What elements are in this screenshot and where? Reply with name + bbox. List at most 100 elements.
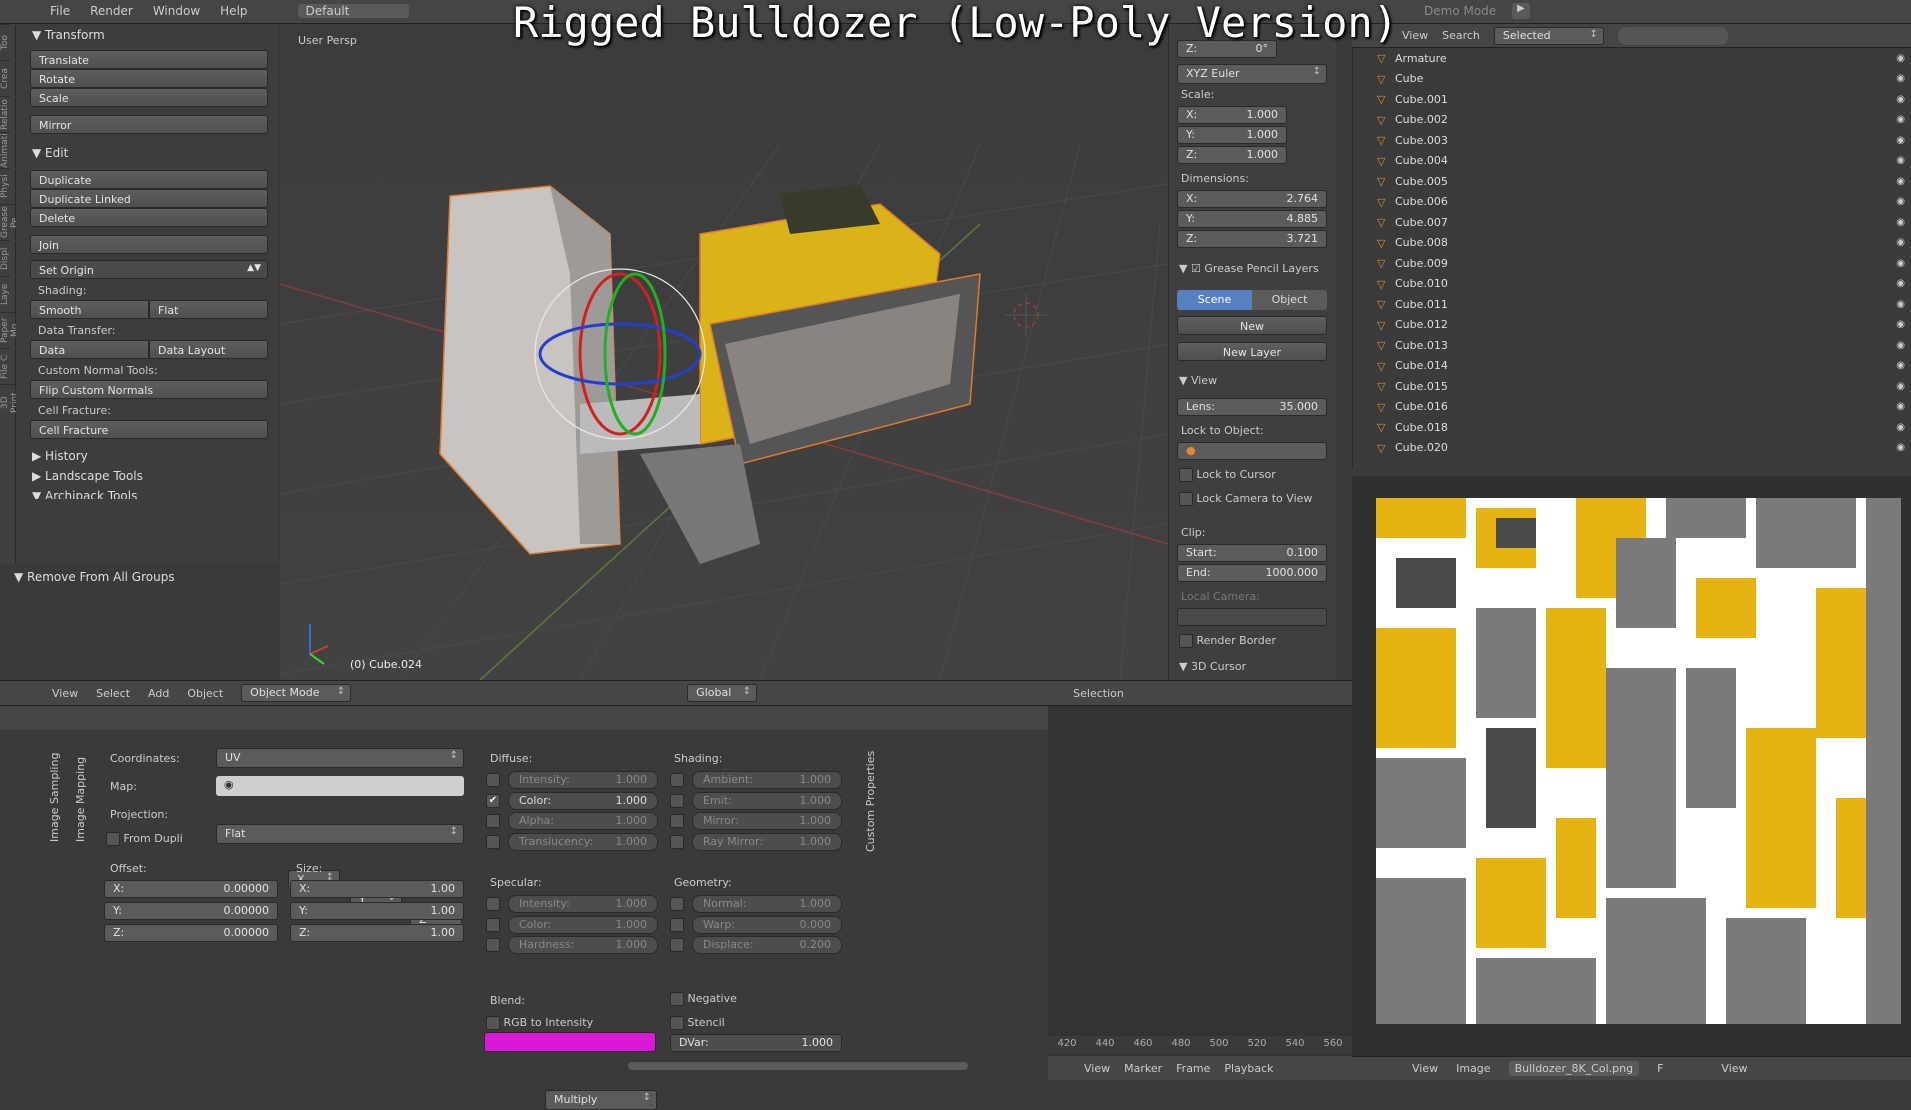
influence-checkbox[interactable] <box>670 793 684 808</box>
lock-to-cursor-checkbox[interactable]: Lock to Cursor <box>1179 468 1276 482</box>
rotation-mode-dropdown[interactable]: XYZ Euler <box>1177 64 1327 84</box>
scale-y-field[interactable]: Y: 1.000 <box>1177 126 1287 144</box>
influence-checkbox[interactable] <box>670 773 684 788</box>
influence-checkbox[interactable] <box>486 814 500 829</box>
blend-dropdown[interactable]: Multiply <box>545 1090 657 1110</box>
duplicate-button[interactable]: Duplicate <box>30 170 268 189</box>
outliner-item[interactable]: ▽ Cube.009 ◉ <box>1353 253 1911 274</box>
new-layer-button[interactable]: New Layer <box>1177 342 1327 361</box>
visibility-eye-icon[interactable]: ◉ <box>1896 360 1905 371</box>
tab-animation[interactable]: Animati <box>0 132 10 168</box>
influence-slider[interactable]: Color: 1.000 <box>508 915 658 934</box>
dimension-y-field[interactable]: Y: 4.885 <box>1177 210 1327 228</box>
outliner-item[interactable]: ▽ Cube.006 ◉ <box>1353 192 1911 213</box>
outliner-item[interactable]: ▽ Armature ◉ <box>1353 48 1911 69</box>
influence-slider[interactable]: Alpha: 1.000 <box>508 812 658 831</box>
outliner-item[interactable]: ▽ Cube.013 ◉ <box>1353 335 1911 356</box>
grease-pencil-layers-header[interactable]: ▼ ☑ Grease Pencil Layers <box>1179 262 1319 275</box>
menu-select[interactable]: Select <box>96 687 130 700</box>
from-dupli-checkbox[interactable]: From Dupli <box>106 832 183 846</box>
outliner-item[interactable]: ▽ Cube.018 ◉ <box>1353 417 1911 438</box>
render-border-checkbox[interactable]: Render Border <box>1179 634 1276 648</box>
timeline-frame-menu[interactable]: Frame <box>1176 1062 1210 1075</box>
visibility-eye-icon[interactable]: ◉ <box>1896 73 1905 84</box>
view-section-header[interactable]: ▼ View <box>1179 374 1217 387</box>
offset-y-field[interactable]: Y: 0.00000 <box>104 902 278 920</box>
outliner-item[interactable]: ▽ Cube.001 ◉ <box>1353 89 1911 110</box>
scale-x-field[interactable]: X: 1.000 <box>1177 106 1287 124</box>
tab-physics[interactable]: Physi <box>0 168 10 204</box>
image-sampling-tab[interactable]: Image Sampling <box>48 742 61 842</box>
tab-layers[interactable]: Laye <box>0 276 10 312</box>
influence-checkbox[interactable]: ✔ <box>486 793 500 808</box>
mode-dropdown[interactable]: Object Mode <box>241 684 352 702</box>
visibility-eye-icon[interactable]: ◉ <box>1896 217 1905 228</box>
image-editor[interactable] <box>1352 476 1911 1056</box>
visibility-eye-icon[interactable]: ◉ <box>1896 422 1905 433</box>
projection-dropdown[interactable]: Flat <box>216 824 464 844</box>
tab-create[interactable]: Crea <box>0 60 10 96</box>
outliner-item[interactable]: ▽ Cube.002 ◉ <box>1353 110 1911 131</box>
3d-cursor-header[interactable]: ▼ 3D Cursor <box>1179 660 1246 673</box>
edit-header[interactable]: ▼ Edit <box>16 142 278 162</box>
dimension-x-field[interactable]: X: 2.764 <box>1177 190 1327 208</box>
lock-camera-checkbox[interactable]: Lock Camera to View <box>1179 492 1312 506</box>
menu-object[interactable]: Object <box>187 687 223 700</box>
clip-start-field[interactable]: Start: 0.100 <box>1177 544 1327 562</box>
menu-add[interactable]: Add <box>148 687 169 700</box>
influence-checkbox[interactable] <box>486 938 500 953</box>
new-grease-pencil-button[interactable]: New <box>1177 316 1327 335</box>
translate-button[interactable]: Translate <box>30 50 268 69</box>
influence-checkbox[interactable] <box>670 917 684 932</box>
texture-color-swatch[interactable] <box>484 1032 656 1052</box>
delete-button[interactable]: Delete <box>30 208 268 227</box>
stencil-checkbox[interactable]: Stencil <box>670 1016 725 1030</box>
influence-slider[interactable]: Hardness: 1.000 <box>508 936 658 955</box>
scale-button[interactable]: Scale <box>30 88 268 107</box>
tab-file[interactable]: File C <box>0 348 10 384</box>
outliner-item[interactable]: ▽ Cube.004 ◉ <box>1353 151 1911 172</box>
horizontal-scrollbar[interactable] <box>628 1062 968 1070</box>
outliner-item[interactable]: ▽ Cube.020 ◉ <box>1353 438 1911 459</box>
outliner-item[interactable]: ▽ Cube.005 ◉ <box>1353 171 1911 192</box>
rgb-to-intensity-checkbox[interactable]: RGB to Intensity <box>486 1016 593 1030</box>
outliner-item[interactable]: ▽ Cube.016 ◉ <box>1353 397 1911 418</box>
visibility-eye-icon[interactable]: ◉ <box>1896 340 1905 351</box>
influence-slider[interactable]: Displace: 0.200 <box>692 936 842 955</box>
join-button[interactable]: Join <box>30 235 268 254</box>
influence-slider[interactable]: Ray Mirror: 1.000 <box>692 832 842 851</box>
tab-display[interactable]: Displ <box>0 240 10 276</box>
data-button[interactable]: Data <box>30 340 149 359</box>
influence-checkbox[interactable] <box>670 938 684 953</box>
rotate-button[interactable]: Rotate <box>30 69 268 88</box>
influence-checkbox[interactable] <box>486 917 500 932</box>
influence-slider[interactable]: Warp: 0.000 <box>692 915 842 934</box>
uv-view-dropdown[interactable]: View <box>1721 1062 1747 1075</box>
outliner-item[interactable]: ▽ Cube ◉ <box>1353 69 1911 90</box>
influence-slider[interactable]: Intensity: 1.000 <box>508 771 658 790</box>
size-x-field[interactable]: X: 1.00 <box>290 880 464 898</box>
scale-z-field[interactable]: Z: 1.000 <box>1177 146 1287 164</box>
influence-checkbox[interactable] <box>486 897 500 912</box>
visibility-eye-icon[interactable]: ◉ <box>1896 299 1905 310</box>
outliner-item[interactable]: ▽ Cube.003 ◉ <box>1353 130 1911 151</box>
offset-x-field[interactable]: X: 0.00000 <box>104 880 278 898</box>
outliner-item[interactable]: ▽ Cube.012 ◉ <box>1353 315 1911 336</box>
dvar-field[interactable]: DVar: 1.000 <box>670 1034 842 1052</box>
custom-properties-tab[interactable]: Custom Properties <box>864 742 877 852</box>
influence-checkbox[interactable] <box>670 897 684 912</box>
influence-slider[interactable]: Intensity: 1.000 <box>508 895 658 914</box>
influence-checkbox[interactable] <box>670 814 684 829</box>
visibility-eye-icon[interactable]: ◉ <box>1896 155 1905 166</box>
uv-image-menu[interactable]: Image <box>1456 1062 1490 1075</box>
smooth-button[interactable]: Smooth <box>30 300 149 319</box>
influence-slider[interactable]: Emit: 1.000 <box>692 791 842 810</box>
fake-user-toggle[interactable]: F <box>1657 1062 1663 1075</box>
timeline-playback-menu[interactable]: Playback <box>1224 1062 1273 1075</box>
remove-from-all-groups[interactable]: ▼ Remove From All Groups <box>14 570 175 584</box>
uv-view-menu[interactable]: View <box>1412 1062 1438 1075</box>
influence-slider[interactable]: Translucency: 1.000 <box>508 832 658 851</box>
lock-object-field[interactable]: ● <box>1177 442 1327 460</box>
outliner-item[interactable]: ▽ Cube.015 ◉ <box>1353 376 1911 397</box>
landscape-tools-panel[interactable]: ▶ Landscape Tools <box>16 465 278 485</box>
